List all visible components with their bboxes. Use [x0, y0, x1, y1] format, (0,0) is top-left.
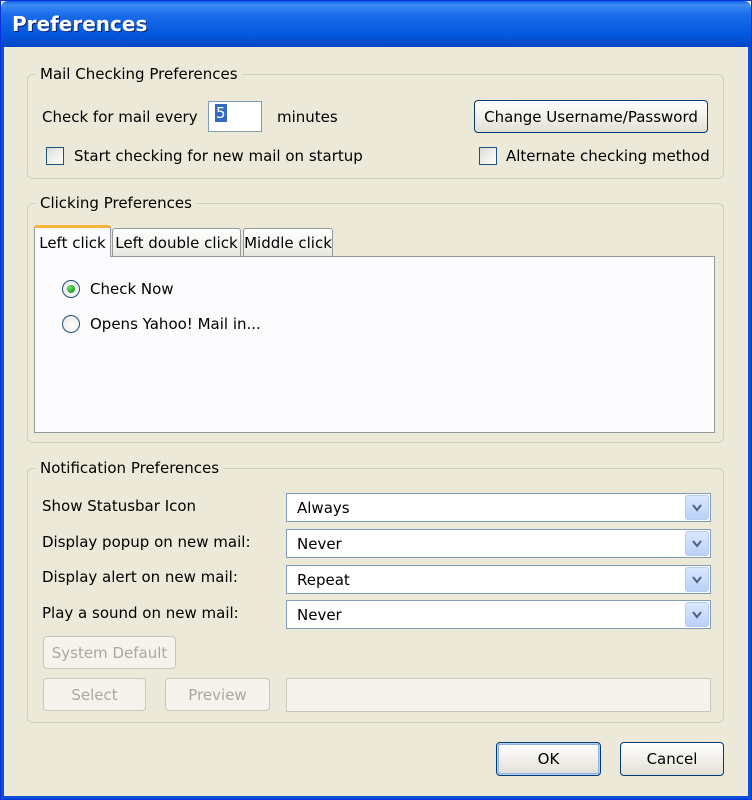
- tab-middle-click[interactable]: Middle click: [243, 228, 333, 257]
- chevron-down-icon[interactable]: [685, 567, 709, 592]
- open-yahoo-mail-label: Opens Yahoo! Mail in...: [90, 315, 261, 333]
- open-yahoo-mail-radio[interactable]: [62, 315, 80, 333]
- preview-sound-button[interactable]: Preview: [165, 678, 270, 711]
- notification-legend: Notification Preferences: [40, 459, 220, 477]
- tab-middle-click-label: Middle click: [244, 234, 332, 252]
- statusbar-icon-label: Show Statusbar Icon: [42, 497, 197, 515]
- cancel-button[interactable]: Cancel: [620, 742, 724, 776]
- tab-left-double-click-label: Left double click: [115, 234, 238, 252]
- start-on-startup-checkbox[interactable]: [46, 147, 64, 165]
- check-now-radio[interactable]: [62, 280, 80, 298]
- window-frame-left: [1, 47, 4, 800]
- popup-value: Never: [297, 535, 342, 553]
- check-interval-value: 5: [215, 104, 227, 122]
- tab-left-double-click[interactable]: Left double click: [112, 228, 241, 257]
- window-frame-bottom: [1, 796, 751, 799]
- popup-select[interactable]: Never: [286, 529, 711, 558]
- alert-label: Display alert on new mail:: [42, 568, 238, 586]
- chevron-down-icon[interactable]: [685, 602, 709, 627]
- radio-selected-dot: [67, 285, 75, 293]
- ok-button[interactable]: OK: [496, 742, 601, 776]
- system-default-button[interactable]: System Default: [43, 636, 176, 669]
- window-frame-right: [748, 47, 751, 800]
- start-on-startup-label: Start checking for new mail on startup: [74, 147, 363, 165]
- window-title: Preferences: [12, 12, 148, 36]
- preferences-window: Preferences Mail Checking Preferences Ch…: [0, 0, 752, 800]
- change-username-password-button[interactable]: Change Username/Password: [474, 100, 708, 133]
- alternate-method-checkbox[interactable]: [479, 147, 497, 165]
- clicking-legend: Clicking Preferences: [40, 194, 192, 212]
- title-bar[interactable]: Preferences: [1, 1, 751, 47]
- minutes-label: minutes: [277, 108, 338, 126]
- chevron-down-icon[interactable]: [685, 495, 709, 520]
- check-now-label: Check Now: [90, 280, 174, 298]
- mail-checking-legend: Mail Checking Preferences: [40, 65, 238, 83]
- sound-select[interactable]: Never: [286, 600, 711, 629]
- select-sound-button[interactable]: Select: [43, 678, 146, 711]
- alert-select[interactable]: Repeat: [286, 565, 711, 594]
- check-every-label: Check for mail every: [42, 108, 198, 126]
- check-interval-input[interactable]: 5: [208, 101, 262, 132]
- alternate-method-label: Alternate checking method: [506, 147, 710, 165]
- statusbar-icon-value: Always: [297, 499, 350, 517]
- chevron-down-icon[interactable]: [685, 531, 709, 556]
- tab-left-click-label: Left click: [39, 233, 106, 252]
- tab-left-click[interactable]: Left click: [34, 225, 111, 257]
- sound-path-field[interactable]: [286, 678, 711, 712]
- popup-label: Display popup on new mail:: [42, 533, 251, 551]
- sound-label: Play a sound on new mail:: [42, 604, 239, 622]
- alert-value: Repeat: [297, 571, 350, 589]
- statusbar-icon-select[interactable]: Always: [286, 493, 711, 522]
- sound-value: Never: [297, 606, 342, 624]
